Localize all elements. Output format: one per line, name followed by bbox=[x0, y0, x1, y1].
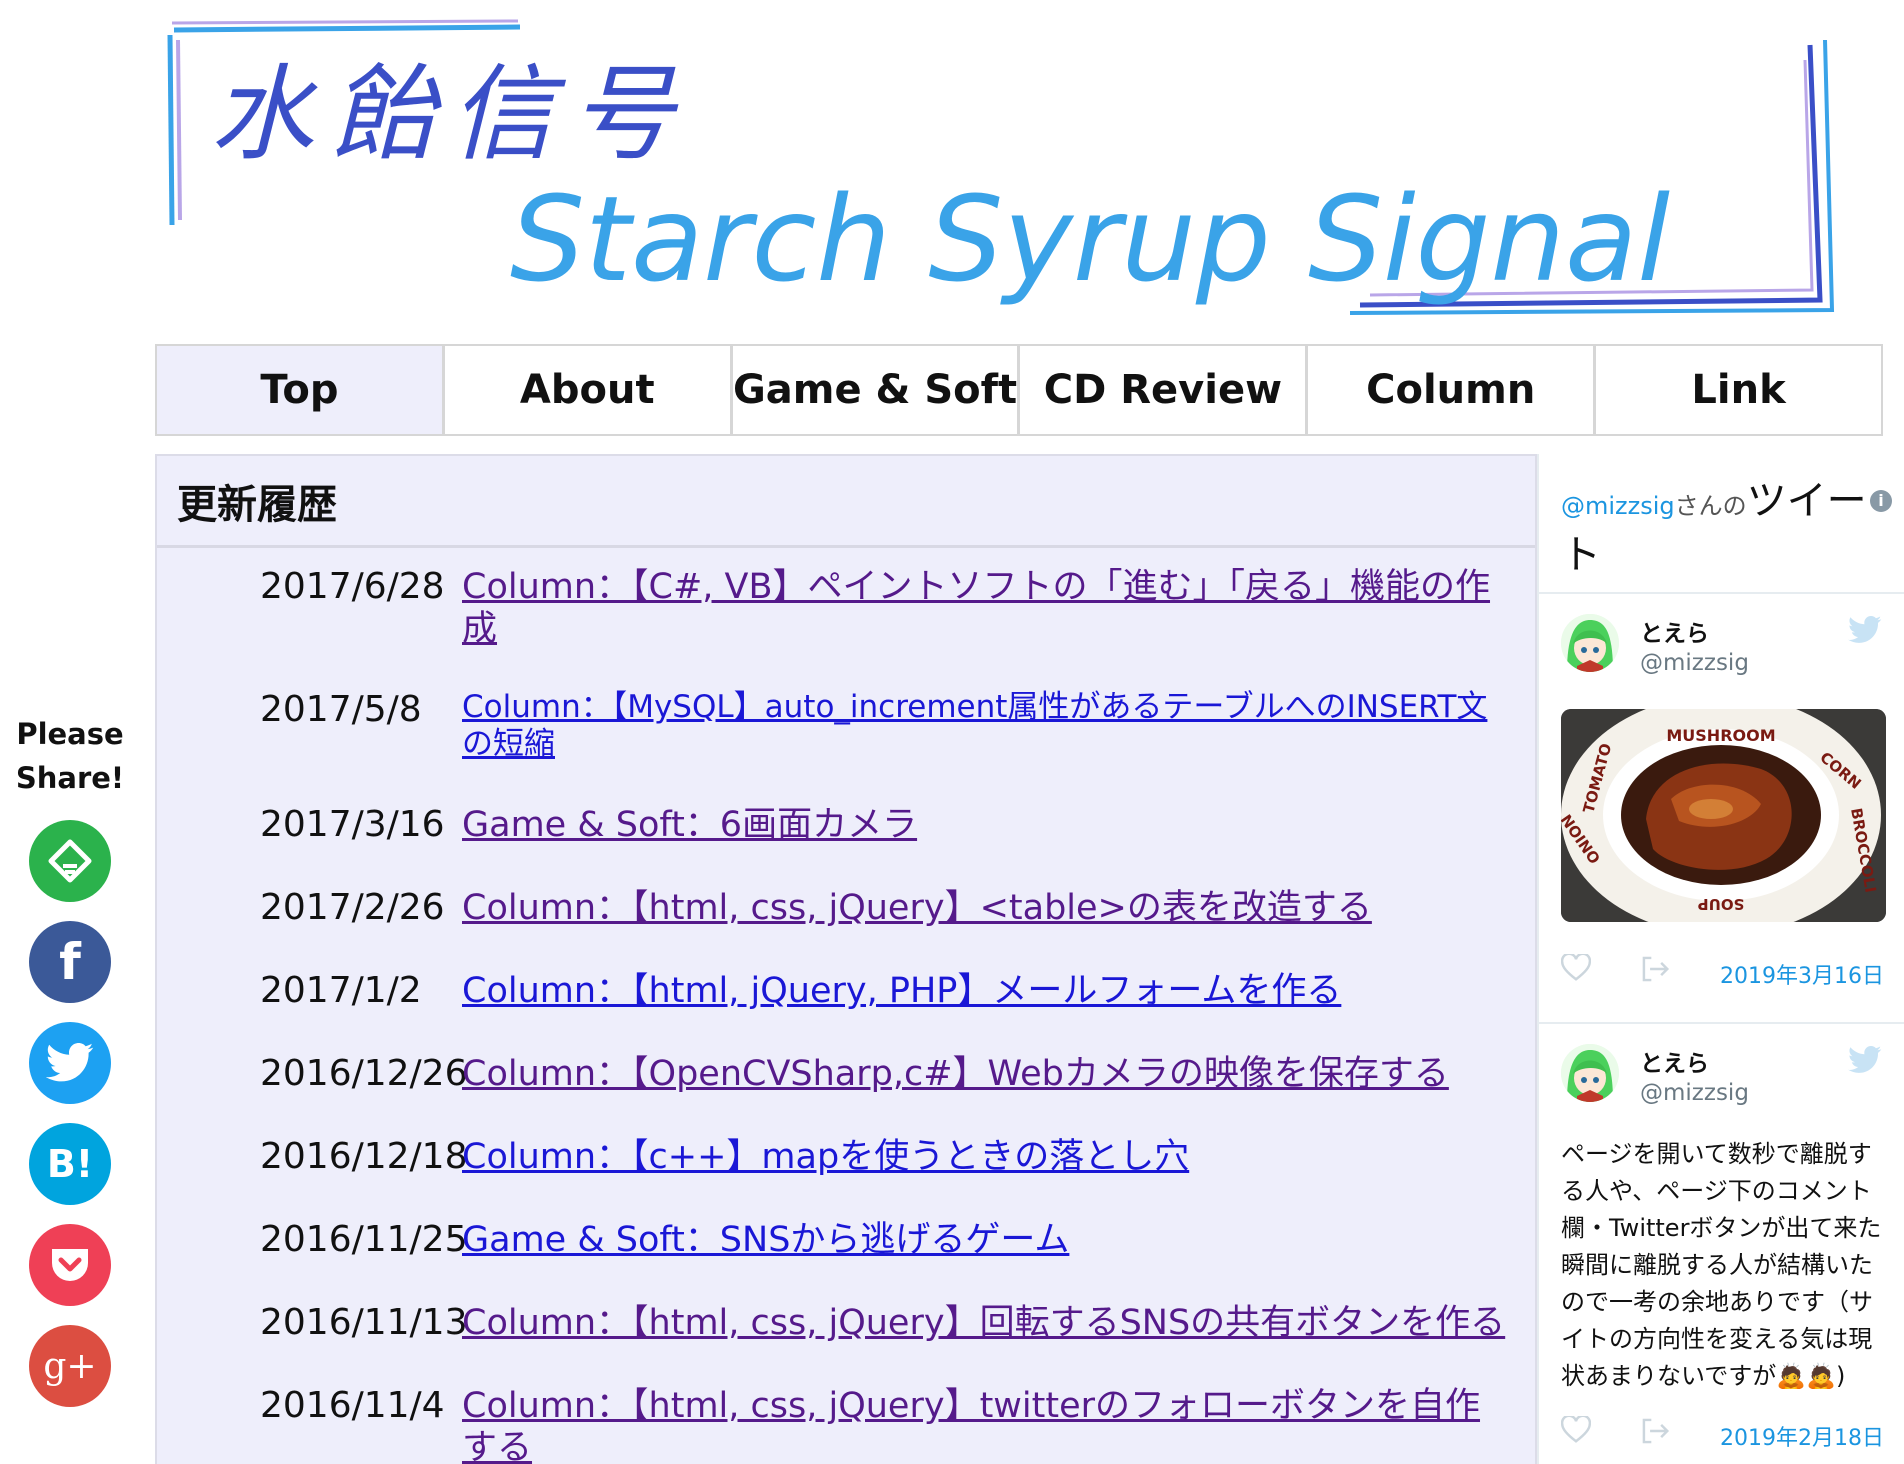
share-tweet-icon[interactable] bbox=[1639, 1416, 1671, 1446]
tweet-photo[interactable]: MUSHROOM CORN BROCCOLI SOUP ONION TOMATO bbox=[1561, 709, 1886, 922]
nav-game-soft[interactable]: Game & Soft bbox=[733, 346, 1021, 434]
share-label-line1: Please bbox=[16, 717, 124, 751]
update-date: 2016/12/26 bbox=[260, 1053, 468, 1094]
pocket-share-button[interactable] bbox=[29, 1224, 111, 1306]
nav-top[interactable]: Top bbox=[157, 346, 445, 434]
avatar-image bbox=[1561, 614, 1619, 672]
update-link[interactable]: Column：【html, jQuery, PHP】メールフォームを作る bbox=[462, 970, 1507, 1012]
update-link[interactable]: Column：【c++】mapを使うときの落とし穴 bbox=[462, 1136, 1507, 1178]
update-date: 2016/11/13 bbox=[260, 1302, 468, 1343]
update-date: 2017/5/8 bbox=[260, 689, 422, 730]
timeline-handle[interactable]: @mizzsig bbox=[1561, 492, 1675, 520]
update-history-panel: 更新履歴 2017/6/28 Column：【C#, VB】ペイントソフトの「進… bbox=[155, 454, 1537, 1464]
hatena-bookmark-icon: B! bbox=[46, 1142, 94, 1186]
avatar[interactable] bbox=[1561, 614, 1619, 672]
twitter-share-button[interactable] bbox=[29, 1022, 111, 1104]
tweet-author-handle[interactable]: @mizzsig bbox=[1640, 1080, 1749, 1106]
like-heart-icon[interactable] bbox=[1561, 954, 1591, 982]
facebook-share-button[interactable]: f bbox=[29, 921, 111, 1003]
site-logo[interactable]: 水飴信号 Starch Syrup Signal bbox=[160, 15, 1880, 330]
logo-image: 水飴信号 Starch Syrup Signal bbox=[167, 19, 1835, 315]
update-link[interactable]: Column：【MySQL】auto_increment属性があるテーブルへのI… bbox=[462, 689, 1507, 763]
tweet-author-name[interactable]: とえら bbox=[1640, 614, 1709, 648]
twitter-timeline: @mizzsigさんのツイート i とえら @mizzsig MUSHROOM … bbox=[1537, 454, 1904, 1464]
update-date: 2017/2/26 bbox=[260, 887, 445, 928]
nav-column[interactable]: Column bbox=[1308, 346, 1597, 434]
tweet-date[interactable]: 2019年2月18日 bbox=[1720, 1420, 1884, 1452]
tweet: とえら @mizzsig MUSHROOM CORN BROCCOLI SOUP… bbox=[1539, 594, 1904, 1024]
logo-text-jp: 水飴信号 bbox=[210, 53, 690, 175]
update-link[interactable]: Game & Soft：6画面カメラ bbox=[462, 804, 1507, 846]
google-plus-share-button[interactable]: g+ bbox=[29, 1325, 111, 1407]
update-link[interactable]: Column：【html, css, jQuery】twitterのフォローボタ… bbox=[462, 1385, 1507, 1464]
photo-text-soup: SOUP bbox=[1698, 895, 1745, 913]
update-date: 2017/6/28 bbox=[260, 566, 445, 607]
update-date: 2016/11/4 bbox=[260, 1385, 445, 1426]
update-link[interactable]: Column：【C#, VB】ペイントソフトの「進む」「戻る」機能の作成 bbox=[462, 566, 1507, 650]
facebook-icon: f bbox=[59, 933, 81, 991]
photo-text-top: MUSHROOM bbox=[1666, 726, 1775, 745]
tweet-author-name[interactable]: とえら bbox=[1640, 1044, 1709, 1078]
pocket-icon bbox=[52, 1249, 88, 1281]
update-link[interactable]: Column：【OpenCVSharp,c#】Webカメラの映像を保存する bbox=[462, 1053, 1507, 1095]
twitter-bird-icon[interactable] bbox=[1848, 616, 1882, 644]
twitter-icon bbox=[46, 1043, 94, 1082]
update-date: 2016/11/25 bbox=[260, 1219, 468, 1260]
nav-about[interactable]: About bbox=[445, 346, 733, 434]
update-link[interactable]: Column：【html, css, jQuery】回転するSNSの共有ボタンを… bbox=[462, 1302, 1507, 1344]
update-date: 2017/3/16 bbox=[260, 804, 445, 845]
like-heart-icon[interactable] bbox=[1561, 1416, 1591, 1444]
tweet-photo-image: MUSHROOM CORN BROCCOLI SOUP ONION TOMATO bbox=[1561, 709, 1886, 922]
feedly-share-button[interactable] bbox=[29, 820, 111, 902]
share-bar: Please Share! f B! g+ bbox=[0, 712, 140, 1426]
nav-cd-review[interactable]: CD Review bbox=[1020, 346, 1309, 434]
share-tweet-icon[interactable] bbox=[1639, 954, 1671, 984]
timeline-suffix: さんの bbox=[1674, 492, 1747, 520]
update-history-heading: 更新履歴 bbox=[157, 456, 1535, 548]
update-date: 2017/1/2 bbox=[260, 970, 422, 1011]
update-link[interactable]: Column：【html, css, jQuery】<table>の表を改造する bbox=[462, 887, 1507, 929]
tweet: とえら @mizzsig ページを開いて数秒で離脱する人や、ページ下のコメント欄… bbox=[1539, 1024, 1904, 1464]
main-nav: Top About Game & Soft CD Review Column L… bbox=[155, 344, 1883, 436]
logo-text-en: Starch Syrup Signal bbox=[510, 170, 1680, 308]
tweet-date[interactable]: 2019年3月16日 bbox=[1720, 958, 1884, 990]
info-icon[interactable]: i bbox=[1870, 490, 1892, 512]
share-label-line2: Share! bbox=[15, 761, 125, 795]
update-link[interactable]: Game & Soft：SNSから逃げるゲーム bbox=[462, 1219, 1507, 1261]
avatar[interactable] bbox=[1561, 1044, 1619, 1102]
tweet-author-handle[interactable]: @mizzsig bbox=[1640, 650, 1749, 676]
tweet-text: ページを開いて数秒で離脱する人や、ページ下のコメント欄・Twitterボタンが出… bbox=[1561, 1140, 1882, 1390]
avatar-image bbox=[1561, 1044, 1619, 1102]
update-date: 2016/12/18 bbox=[260, 1136, 468, 1177]
hatena-bookmark-share-button[interactable]: B! bbox=[29, 1123, 111, 1205]
share-label: Please Share! bbox=[0, 712, 140, 800]
google-plus-icon: g+ bbox=[43, 1345, 97, 1387]
nav-link[interactable]: Link bbox=[1596, 346, 1881, 434]
twitter-timeline-header: @mizzsigさんのツイート i bbox=[1539, 454, 1904, 594]
twitter-bird-icon[interactable] bbox=[1848, 1046, 1882, 1074]
feedly-icon bbox=[48, 839, 92, 883]
